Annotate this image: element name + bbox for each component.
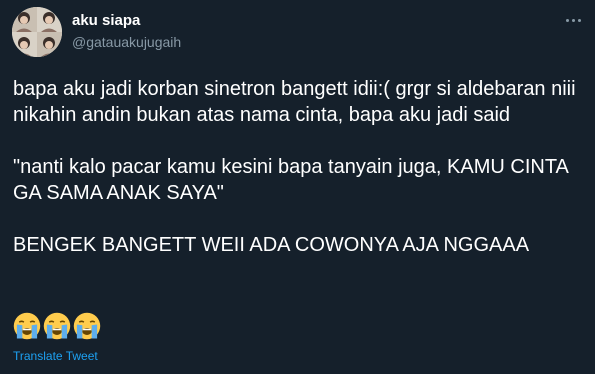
emoji-row xyxy=(13,312,101,340)
tweet-card: aku siapa @gatauakujugaih bapa aku jadi … xyxy=(0,0,595,374)
translate-tweet-link[interactable]: Translate Tweet xyxy=(13,348,98,364)
profile-avatar-icon xyxy=(12,7,62,57)
tweet-paragraph: bapa aku jadi korban sinetron bangett id… xyxy=(13,78,582,126)
tweet-text: bapa aku jadi korban sinetron bangett id… xyxy=(13,76,588,258)
avatar[interactable] xyxy=(12,7,62,57)
more-options-button[interactable] xyxy=(560,10,586,30)
more-options-icon-dot xyxy=(571,18,575,22)
display-name[interactable]: aku siapa xyxy=(72,12,140,30)
user-handle[interactable]: @gatauakujugaih xyxy=(72,33,181,51)
tweet-paragraph: "nanti kalo pacar kamu kesini bapa tanya… xyxy=(13,156,574,204)
loudly-crying-face-icon xyxy=(13,312,41,340)
more-options-icon xyxy=(565,18,569,22)
loudly-crying-face-icon xyxy=(43,312,71,340)
loudly-crying-face-icon xyxy=(73,312,101,340)
tweet-paragraph: BENGEK BANGETT WEII ADA COWONYA AJA NGGA… xyxy=(13,234,530,256)
more-options-icon-dot xyxy=(577,18,581,22)
